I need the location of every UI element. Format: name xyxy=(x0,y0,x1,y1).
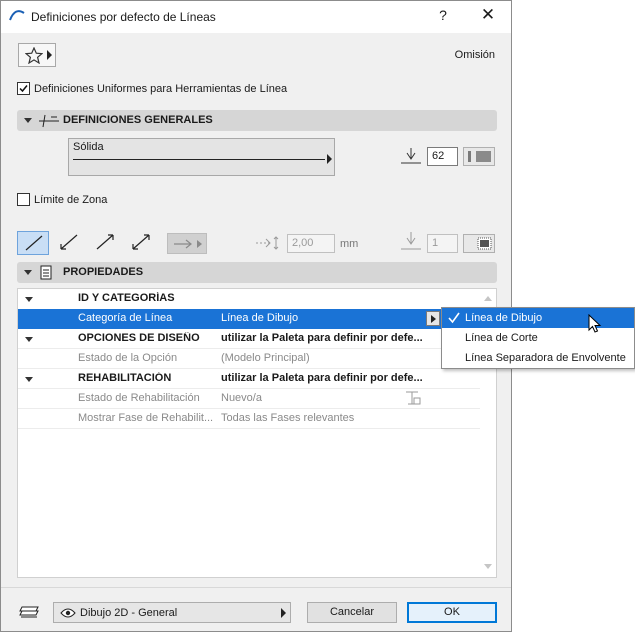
arrow-right-icon xyxy=(174,239,202,249)
table-row[interactable]: REHABILITACIÓN utilizar la Paleta para d… xyxy=(18,369,480,389)
menu-item-label: Línea Separadora de Envolvente xyxy=(465,352,626,364)
pen-number-input[interactable]: 62 xyxy=(427,147,458,166)
pen-color-bar xyxy=(476,151,491,162)
row-value: Nuevo/a xyxy=(221,392,262,404)
table-row[interactable]: ID Y CATEGORÍAS xyxy=(18,289,480,309)
collapse-triangle-icon[interactable] xyxy=(25,377,33,382)
scroll-down-icon[interactable] xyxy=(484,564,492,569)
pen-icon xyxy=(401,148,421,164)
table-row[interactable]: Estado de Rehabilitación Nuevo/a xyxy=(18,389,480,409)
table-row[interactable]: OPCIONES DE DISEÑO utilizar la Paleta pa… xyxy=(18,329,480,349)
chevron-right-icon xyxy=(431,315,436,323)
arrow-both-button[interactable] xyxy=(125,231,157,255)
close-button[interactable]: ✕ xyxy=(477,5,499,25)
row-label: OPCIONES DE DISEÑO xyxy=(78,332,200,344)
help-button[interactable]: ? xyxy=(433,7,453,23)
eye-icon xyxy=(60,608,76,618)
row-label: ID Y CATEGORÍAS xyxy=(78,292,175,304)
title-bar: Definiciones por defecto de Líneas ? ✕ xyxy=(1,1,511,33)
menu-item-cut-line[interactable]: Línea de Corte xyxy=(442,328,634,348)
row-value: Todas las Fases relevantes xyxy=(221,412,355,424)
pattern-swatch-icon xyxy=(477,237,492,250)
no-arrow-button[interactable] xyxy=(17,231,49,255)
uniform-settings-checkbox[interactable] xyxy=(17,82,30,95)
window-title: Definiciones por defecto de Líneas xyxy=(31,10,216,24)
row-value: (Modelo Principal) xyxy=(221,352,310,364)
row-label: Categoría de Línea xyxy=(78,312,173,324)
menu-item-label: Línea de Dibujo xyxy=(465,312,543,324)
properties-header[interactable]: PROPIEDADES xyxy=(17,262,497,283)
line-arrow-start-icon xyxy=(60,234,78,250)
table-row[interactable]: Estado de la Opción (Modelo Principal) xyxy=(18,349,480,369)
line-type-preview xyxy=(73,159,325,160)
properties-title: PROPIEDADES xyxy=(63,266,144,278)
arrow-pen-input[interactable]: 1 xyxy=(427,234,458,253)
line-arrow-both-icon xyxy=(132,234,150,250)
uniform-settings-label: Definiciones Uniformes para Herramientas… xyxy=(34,83,288,95)
arrow-size-icon xyxy=(256,236,279,250)
chevron-right-icon xyxy=(327,154,332,164)
row-label: REHABILITACIÓN xyxy=(78,372,172,384)
line-arrow-end-icon xyxy=(96,234,114,250)
line-type-selector[interactable]: Sólida xyxy=(68,138,335,176)
chevron-right-icon xyxy=(281,608,286,618)
menu-item-skin-separator-line[interactable]: Línea Separadora de Envolvente xyxy=(442,348,634,368)
row-label: Estado de Rehabilitación xyxy=(78,392,200,404)
row-label: Estado de la Opción xyxy=(78,352,178,364)
properties-table: ID Y CATEGORÍAS Categoría de Línea Línea… xyxy=(17,288,497,578)
archicad-logo-icon xyxy=(9,10,25,21)
line-category-popup-menu: Línea de Dibujo Línea de Corte Línea Sep… xyxy=(441,307,635,369)
scroll-up-icon[interactable] xyxy=(484,296,492,301)
arrow-end-button[interactable] xyxy=(89,231,121,255)
line-tool-icon xyxy=(39,114,59,128)
row-value: Línea de Dibujo xyxy=(221,312,299,324)
favorites-button[interactable] xyxy=(18,43,56,67)
pen-color-swatch[interactable] xyxy=(463,147,495,166)
line-no-arrow-icon xyxy=(25,235,43,251)
collapse-triangle-icon xyxy=(24,270,32,275)
table-row[interactable]: Mostrar Fase de Rehabilit... Todas las F… xyxy=(18,409,480,429)
layers-icon xyxy=(19,606,39,618)
general-settings-title: DEFINICIONES GENERALES xyxy=(63,114,213,126)
row-value: utilizar la Paleta para definir por defe… xyxy=(221,372,423,384)
arrow-pen-icon xyxy=(401,232,421,250)
collapse-triangle-icon[interactable] xyxy=(25,337,33,342)
menu-item-drawing-line[interactable]: Línea de Dibujo xyxy=(442,308,634,328)
row-value: utilizar la Paleta para definir por defe… xyxy=(221,332,423,344)
line-type-name: Sólida xyxy=(73,141,104,153)
table-row[interactable]: Categoría de Línea Línea de Dibujo xyxy=(18,309,480,329)
zone-boundary-checkbox[interactable] xyxy=(17,193,30,206)
collapse-triangle-icon[interactable] xyxy=(25,297,33,302)
footer-divider xyxy=(1,587,511,588)
arrow-type-selector[interactable] xyxy=(167,233,207,254)
pen-weight-bar xyxy=(468,151,471,162)
row-label: Mostrar Fase de Rehabilit... xyxy=(78,412,214,424)
ok-button[interactable]: OK xyxy=(407,602,497,623)
mouse-cursor-icon xyxy=(588,314,602,333)
general-settings-header[interactable]: DEFINICIONES GENERALES xyxy=(17,110,497,131)
view-layer-selector[interactable]: Dibujo 2D - General xyxy=(53,602,291,623)
arrow-start-button[interactable] xyxy=(53,231,85,255)
star-icon xyxy=(25,47,43,64)
menu-item-label: Línea de Corte xyxy=(465,332,538,344)
arrow-pen-color-swatch[interactable] xyxy=(463,234,495,253)
arrow-size-input[interactable]: 2,00 xyxy=(287,234,335,253)
line-category-dropdown-button[interactable] xyxy=(426,311,440,326)
chevron-right-icon xyxy=(47,50,52,60)
view-layer-label: Dibujo 2D - General xyxy=(80,607,178,619)
checkmark-icon xyxy=(448,312,460,324)
document-icon xyxy=(40,265,52,280)
checkmark-icon xyxy=(19,85,28,93)
renovation-filter-icon xyxy=(406,391,421,405)
zone-boundary-label: Límite de Zona xyxy=(34,194,108,206)
cancel-button[interactable]: Cancelar xyxy=(307,602,397,623)
arrow-size-unit: mm xyxy=(340,238,359,250)
line-defaults-dialog: Definiciones por defecto de Líneas ? ✕ O… xyxy=(0,0,512,632)
default-settings-label: Omisión xyxy=(454,49,495,61)
collapse-triangle-icon xyxy=(24,118,32,123)
row-divider xyxy=(18,428,480,429)
